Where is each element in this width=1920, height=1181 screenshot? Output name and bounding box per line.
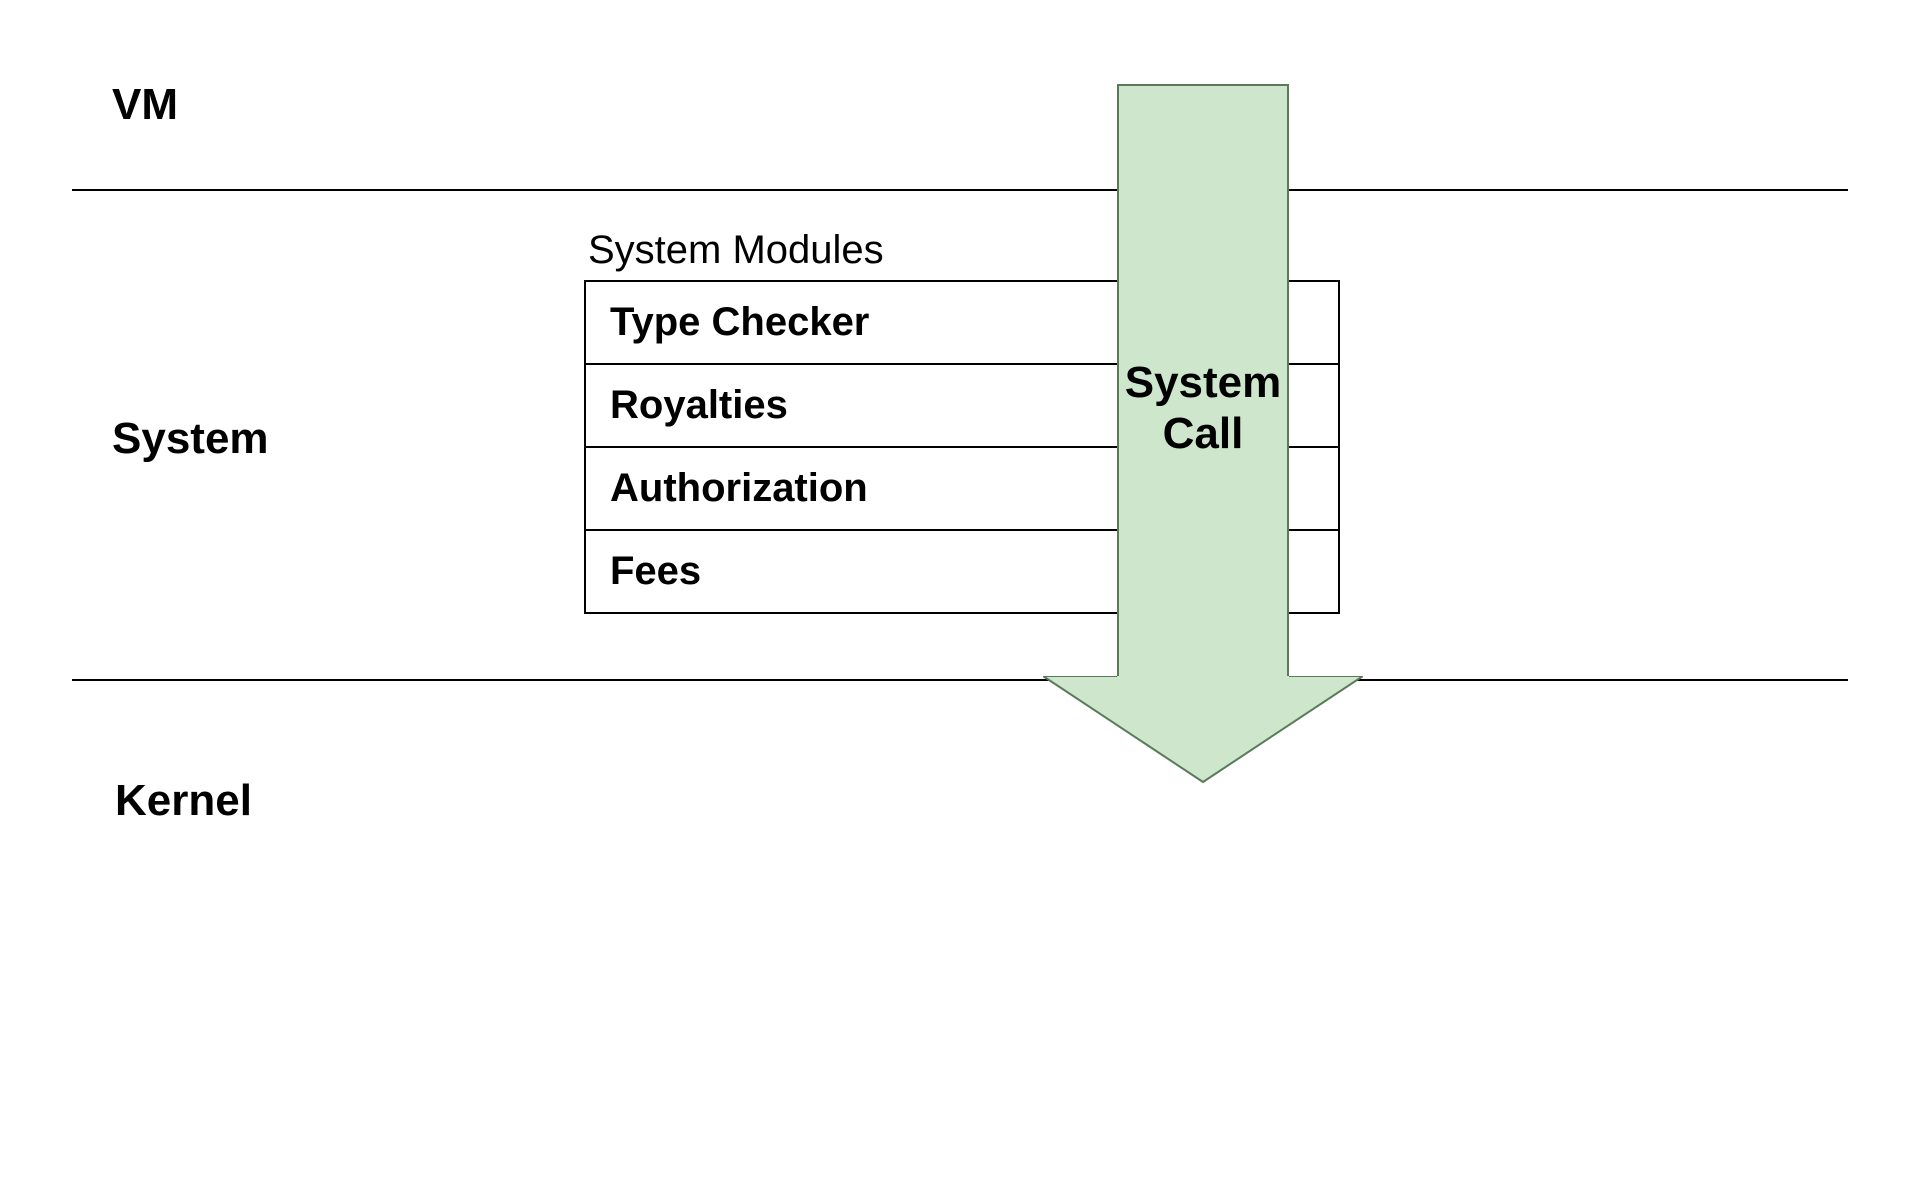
layer-kernel-label: Kernel [115,776,252,826]
arrow-label-line2: Call [1163,409,1244,458]
arrow-down-icon [1043,676,1363,780]
system-call-arrow: System Call [1008,84,1398,780]
layer-system-label: System [112,414,269,464]
layer-vm-label: VM [112,80,178,130]
arrow-label: System Call [1117,358,1289,459]
divider-system-kernel [72,679,1848,681]
system-modules-caption: System Modules [588,228,884,273]
arrow-label-line1: System [1125,358,1282,407]
divider-vm-system [72,189,1848,191]
